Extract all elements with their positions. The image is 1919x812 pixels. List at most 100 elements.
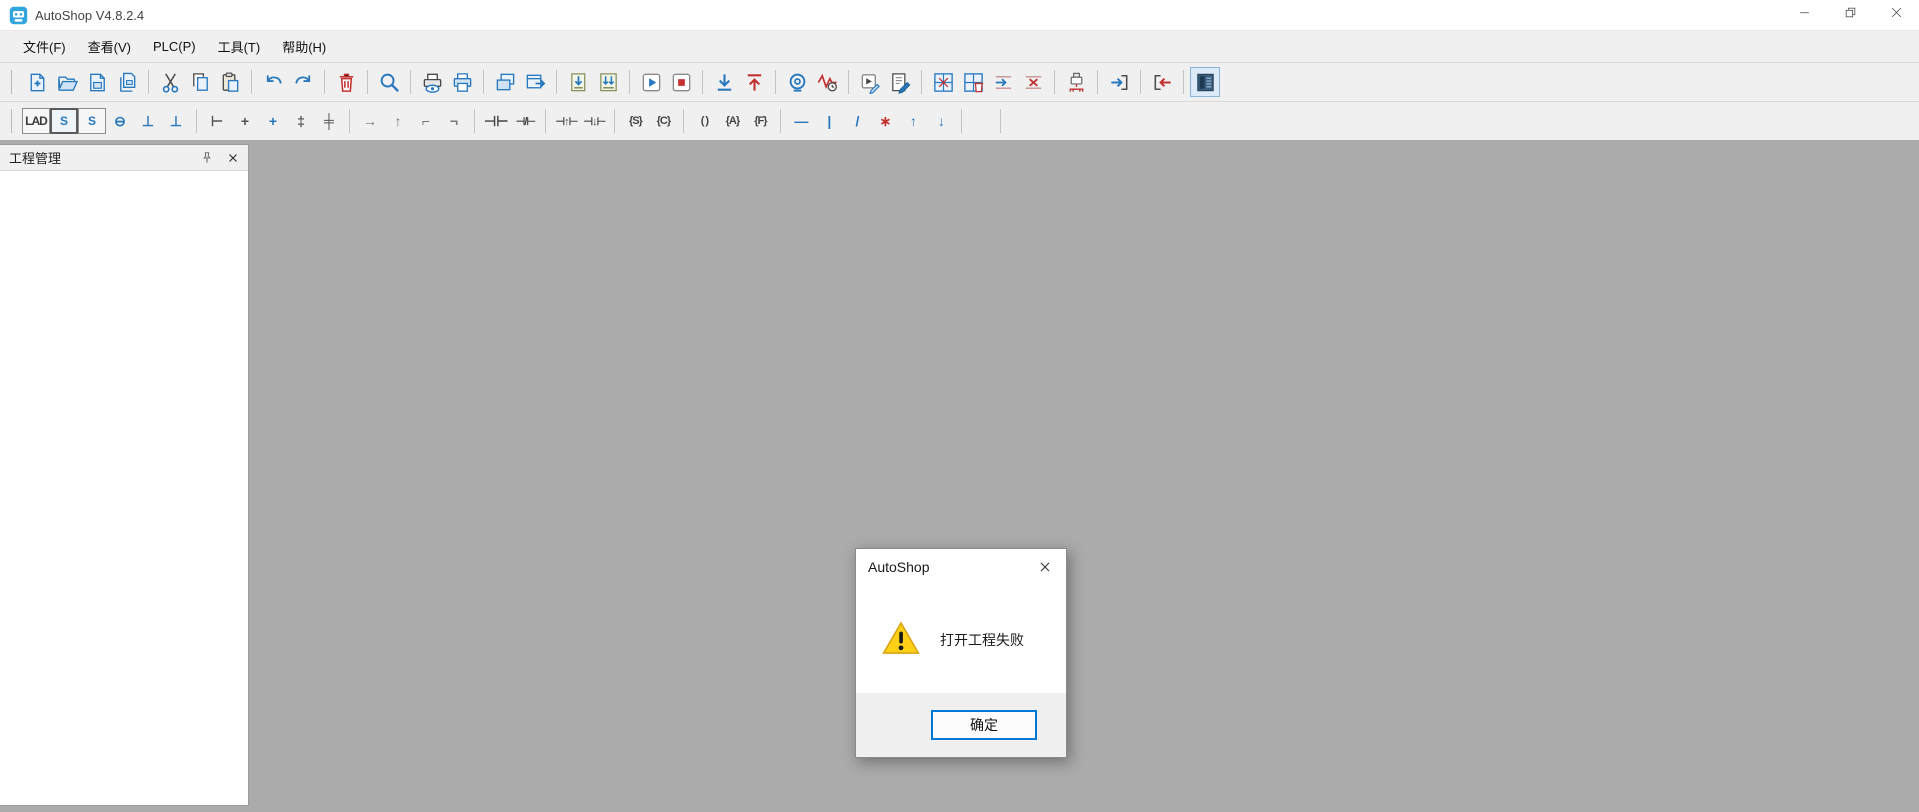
minimize-button[interactable] [1781, 0, 1827, 30]
paste-button[interactable] [215, 67, 245, 97]
open-project-icon [56, 71, 79, 94]
func-instruction-button[interactable]: {F} [746, 108, 774, 134]
toolbar-separator [1183, 70, 1184, 94]
monitor-button[interactable] [782, 67, 812, 97]
ok-button[interactable]: 确定 [931, 710, 1037, 740]
sfc-editor-2-button[interactable]: S [78, 108, 106, 134]
restore-icon [1844, 6, 1857, 24]
simulation-button[interactable] [855, 67, 885, 97]
close-button[interactable] [1873, 0, 1919, 30]
panel-close-icon[interactable] [224, 149, 242, 167]
step-out-icon [1151, 71, 1174, 94]
pin-icon[interactable] [198, 149, 216, 167]
set-coil-button[interactable]: {S} [621, 108, 649, 134]
branch-up-button[interactable]: ⊥ [162, 108, 190, 134]
branch-down-button[interactable]: ⊥ [134, 108, 162, 134]
toolbar-separator [545, 109, 546, 133]
app-instruction-button[interactable]: {A} [718, 108, 746, 134]
download-button[interactable] [709, 67, 739, 97]
arrow-up-button[interactable]: ↑ [899, 108, 927, 134]
toolbar-separator [483, 70, 484, 94]
delete-row-button[interactable] [1018, 67, 1048, 97]
contact-falling-button[interactable]: ⊣↓⊢ [580, 108, 608, 134]
close-icon [1890, 6, 1903, 24]
save-all-button[interactable] [112, 67, 142, 97]
insert-row-button[interactable] [988, 67, 1018, 97]
sfc-editor-1-button[interactable]: S [50, 108, 78, 134]
step-into-button[interactable] [1104, 67, 1134, 97]
reset-coil-button[interactable]: {C} [649, 108, 677, 134]
project-manager-header: 工程管理 [0, 145, 248, 171]
find-button[interactable] [374, 67, 404, 97]
arrow-down-button[interactable]: ↓ [927, 108, 955, 134]
menu-bar: 文件(F)查看(V)PLC(P)工具(T)帮助(H) [0, 30, 1919, 62]
stop-button[interactable] [666, 67, 696, 97]
menu-item-help[interactable]: 帮助(H) [271, 32, 337, 61]
open-project-button[interactable] [52, 67, 82, 97]
cut-button[interactable] [155, 67, 185, 97]
delete-button[interactable] [331, 67, 361, 97]
find-icon [378, 71, 401, 94]
toolbar-separator [196, 109, 197, 133]
menu-item-plc[interactable]: PLC(P) [142, 34, 207, 59]
delete-line-button[interactable]: ∗ [871, 108, 899, 134]
contact-closed-button[interactable]: ⊣/⊢ [511, 108, 539, 134]
node-tool-button[interactable]: ⊖ [106, 108, 134, 134]
export-window-button[interactable] [520, 67, 550, 97]
line-right-button[interactable]: → [356, 108, 384, 134]
cross-add-2-button[interactable]: + [259, 108, 287, 134]
cross-add-1-button[interactable]: + [231, 108, 259, 134]
restore-button[interactable] [1827, 0, 1873, 30]
device-connection-button[interactable] [1061, 67, 1091, 97]
cascade-windows-button[interactable] [490, 67, 520, 97]
h-line-button[interactable]: — [787, 108, 815, 134]
upload-button[interactable] [739, 67, 769, 97]
panel-toggle-button[interactable] [1190, 67, 1220, 97]
copy-icon [189, 71, 212, 94]
print-preview-button[interactable] [417, 67, 447, 97]
lad-editor-button[interactable]: LAD [22, 108, 50, 134]
contact-open-button[interactable]: ⊣⊢ [481, 108, 511, 134]
compile-button[interactable] [563, 67, 593, 97]
insert-row-icon [992, 71, 1015, 94]
project-manager-title: 工程管理 [9, 148, 61, 167]
slash-line-button[interactable]: / [843, 108, 871, 134]
toolbar-grip[interactable] [11, 70, 13, 94]
toolbar-separator [474, 109, 475, 133]
v-line-button[interactable]: | [815, 108, 843, 134]
copy-button[interactable] [185, 67, 215, 97]
redo-button[interactable] [288, 67, 318, 97]
menu-item-tools[interactable]: 工具(T) [207, 32, 272, 61]
cross-add-3-button[interactable]: ‡ [287, 108, 315, 134]
menu-item-view[interactable]: 查看(V) [77, 32, 142, 61]
corner-right-up-button[interactable]: ⌐ [412, 108, 440, 134]
undo-button[interactable] [258, 67, 288, 97]
new-project-button[interactable] [22, 67, 52, 97]
oscilloscope-button[interactable] [812, 67, 842, 97]
step-out-button[interactable] [1147, 67, 1177, 97]
contact-rising-button[interactable]: ⊣↑⊢ [552, 108, 580, 134]
soft-element-clear-button[interactable] [958, 67, 988, 97]
dialog-close-button[interactable] [1024, 549, 1066, 585]
corner-branch-button[interactable]: ⊢ [203, 108, 231, 134]
edit-mode-button[interactable] [885, 67, 915, 97]
delete-icon [335, 71, 358, 94]
toolbar-separator [1097, 70, 1098, 94]
corner-right-down-button[interactable]: ¬ [440, 108, 468, 134]
run-button[interactable] [636, 67, 666, 97]
menu-item-file[interactable]: 文件(F) [12, 32, 77, 61]
project-tree[interactable] [0, 171, 248, 805]
save-project-button[interactable] [82, 67, 112, 97]
download-icon [713, 71, 736, 94]
soft-element-monitor-button[interactable] [928, 67, 958, 97]
out-coil-button[interactable]: ( ) [690, 108, 718, 134]
toolbar-grip[interactable] [11, 109, 13, 133]
double-cross-button[interactable]: ╪ [315, 108, 343, 134]
dialog-title-bar: AutoShop [856, 549, 1066, 585]
line-up-button[interactable]: ↑ [384, 108, 412, 134]
compile-all-button[interactable] [593, 67, 623, 97]
toolbar-separator [349, 109, 350, 133]
delete-row-icon [1022, 71, 1045, 94]
print-button[interactable] [447, 67, 477, 97]
window-controls [1781, 0, 1919, 30]
